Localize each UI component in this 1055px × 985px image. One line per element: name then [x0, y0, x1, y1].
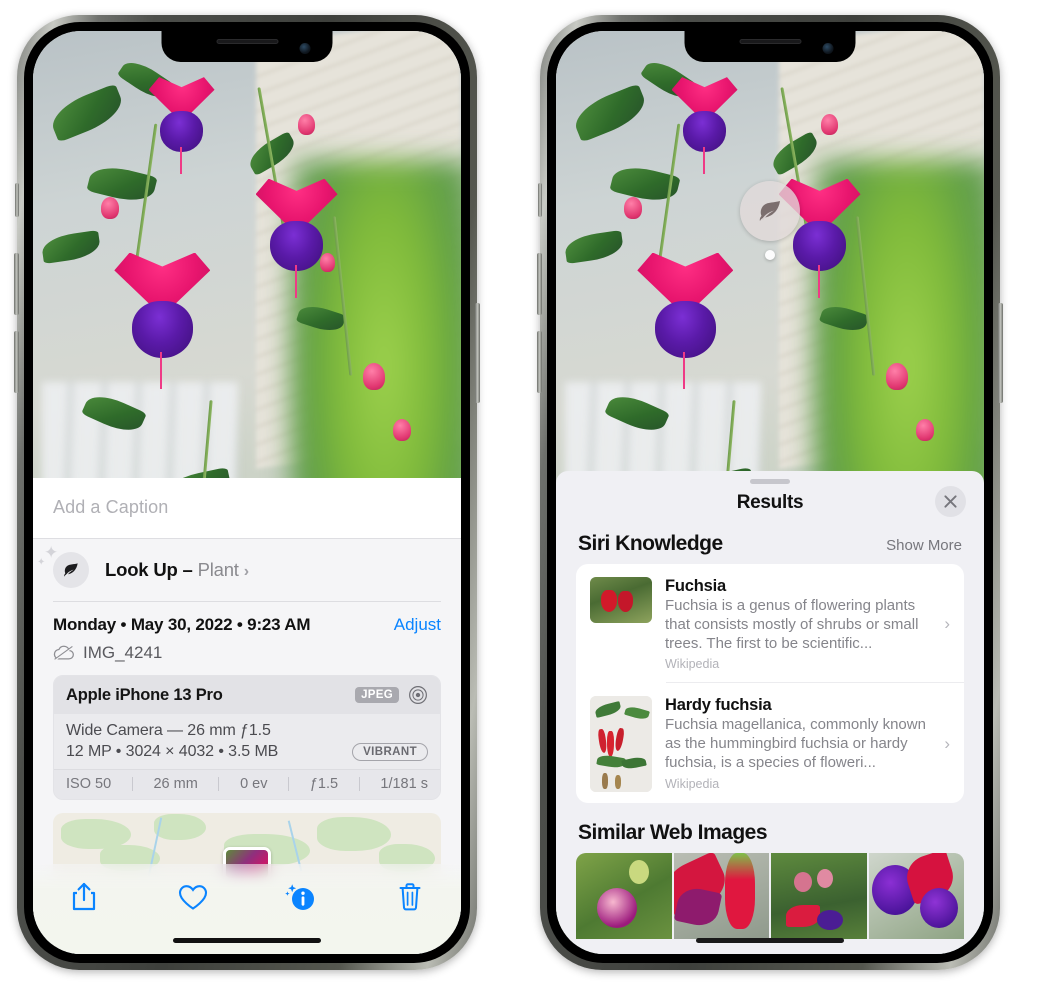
siri-knowledge-header: Siri Knowledge Show More [556, 528, 984, 564]
exif-separator [358, 777, 360, 791]
lens-info: Wide Camera — 26 mm ƒ1.5 [66, 722, 271, 739]
filename-row: IMG_4241 [33, 641, 461, 675]
chevron-right-icon: › [243, 563, 249, 580]
chevron-right-icon: › [944, 734, 950, 754]
iphone-right: Results Siri Knowledge Show More Fuchsia… [537, 15, 1003, 970]
knowledge-item[interactable]: Hardy fuchsia Fuchsia magellanica, commo… [576, 683, 964, 803]
volume-down-button[interactable] [14, 331, 19, 393]
earpiece-speaker [739, 39, 801, 44]
knowledge-title: Hardy fuchsia [665, 696, 772, 715]
exif-aperture: ƒ1.5 [309, 776, 339, 792]
adjust-button[interactable]: Adjust [394, 615, 441, 635]
close-icon [944, 495, 957, 508]
exif-separator [218, 777, 220, 791]
look-up-subject: Plant [197, 559, 239, 580]
exif-iso: ISO 50 [66, 776, 112, 792]
device-notch [161, 31, 333, 62]
caption-field-row[interactable]: Add a Caption [33, 478, 461, 539]
sparkle-icon-small: ✦ [37, 557, 46, 568]
exif-shutter: 1/181 s [380, 776, 428, 792]
front-camera [299, 43, 311, 54]
heart-icon [178, 884, 207, 910]
screen-right: Results Siri Knowledge Show More Fuchsia… [556, 31, 984, 954]
exif-row: ISO 50 26 mm 0 ev ƒ1.5 1/181 s [54, 769, 440, 799]
sparkle-icon: ✦ [44, 543, 59, 562]
photo-filename: IMG_4241 [83, 643, 163, 662]
volume-up-button[interactable] [537, 253, 542, 315]
similar-web-images-row [576, 853, 964, 940]
visual-lookup-badge[interactable] [740, 181, 800, 260]
home-indicator[interactable] [696, 938, 844, 943]
similar-web-images-title: Similar Web Images [578, 821, 768, 845]
info-sparkle-icon [285, 884, 315, 910]
power-button[interactable] [475, 303, 480, 403]
metadata-card[interactable]: Apple iPhone 13 Pro JPEG Wide Camera — 2… [53, 675, 441, 800]
similar-web-images-header: Similar Web Images [556, 803, 984, 853]
share-button[interactable] [65, 878, 103, 916]
exif-separator [131, 777, 133, 791]
format-badge: JPEG [355, 687, 399, 703]
siri-knowledge-card: Fuchsia Fuchsia is a genus of flowering … [576, 564, 964, 804]
leaf-icon: ✦ ✦ [37, 544, 89, 588]
results-title: Results [736, 492, 804, 513]
trash-icon [399, 883, 421, 911]
power-button[interactable] [998, 303, 1003, 403]
look-up-label: Look Up – Plant › [105, 559, 249, 581]
look-up-title: Look Up – [105, 559, 193, 580]
knowledge-description: Fuchsia is a genus of flowering plants t… [665, 597, 919, 652]
favorite-button[interactable] [174, 878, 212, 916]
metadata-header: Apple iPhone 13 Pro JPEG [54, 676, 440, 714]
device-bezel: Add a Caption ✦ ✦ Look Up – Plant › Mond… [24, 22, 470, 963]
iphone-left: Add a Caption ✦ ✦ Look Up – Plant › Mond… [14, 15, 480, 970]
aperture-icon [408, 685, 428, 705]
close-button[interactable] [935, 486, 966, 517]
knowledge-thumbnail [590, 696, 652, 793]
knowledge-source: Wikipedia [665, 657, 720, 672]
front-camera [822, 43, 834, 54]
device-notch [684, 31, 856, 62]
photographic-style-badge: VIBRANT [352, 743, 428, 761]
results-header: Results [556, 484, 984, 528]
silent-switch[interactable] [15, 183, 19, 217]
photo-info-sheet: Add a Caption ✦ ✦ Look Up – Plant › Mond… [33, 478, 461, 954]
photo-date: Monday • May 30, 2022 • 9:23 AM [53, 615, 311, 634]
knowledge-description: Fuchsia magellanica, commonly known as t… [665, 716, 926, 771]
caption-input[interactable]: Add a Caption [53, 497, 441, 518]
screenshot-stage: Add a Caption ✦ ✦ Look Up – Plant › Mond… [0, 0, 1055, 985]
exif-separator [288, 777, 290, 791]
earpiece-speaker [216, 39, 278, 44]
volume-up-button[interactable] [14, 253, 19, 315]
icloud-slash-icon [53, 645, 75, 661]
knowledge-source: Wikipedia [665, 776, 720, 791]
volume-down-button[interactable] [537, 331, 542, 393]
device-bezel: Results Siri Knowledge Show More Fuchsia… [547, 22, 993, 963]
results-sheet: Results Siri Knowledge Show More Fuchsia… [556, 471, 984, 954]
home-indicator[interactable] [173, 938, 321, 943]
detection-dot [765, 250, 775, 260]
silent-switch[interactable] [538, 183, 542, 217]
exif-focal: 26 mm [153, 776, 198, 792]
metadata-body: Wide Camera — 26 mm ƒ1.5 12 MP • 3024 × … [54, 714, 440, 769]
file-size-info: 12 MP • 3024 × 4032 • 3.5 MB [66, 743, 279, 760]
knowledge-thumbnail [590, 577, 652, 623]
device-model: Apple iPhone 13 Pro [66, 685, 223, 704]
leaf-icon[interactable] [740, 181, 800, 241]
screen-left: Add a Caption ✦ ✦ Look Up – Plant › Mond… [33, 31, 461, 954]
similar-image-thumbnail[interactable] [576, 853, 672, 940]
look-up-row[interactable]: ✦ ✦ Look Up – Plant › [33, 539, 461, 601]
siri-knowledge-title: Siri Knowledge [578, 532, 723, 555]
similar-image-thumbnail[interactable] [868, 853, 964, 940]
knowledge-title: Fuchsia [665, 577, 726, 595]
knowledge-item[interactable]: Fuchsia Fuchsia is a genus of flowering … [576, 564, 964, 682]
similar-image-thumbnail[interactable] [771, 853, 867, 940]
similar-image-thumbnail[interactable] [673, 853, 769, 940]
info-button[interactable] [282, 878, 320, 916]
exif-ev: 0 ev [240, 776, 268, 792]
delete-button[interactable] [391, 878, 429, 916]
chevron-right-icon: › [944, 614, 950, 634]
date-row: Monday • May 30, 2022 • 9:23 AM Adjust [33, 602, 461, 641]
share-icon [72, 882, 96, 911]
show-more-button[interactable]: Show More [886, 537, 962, 554]
